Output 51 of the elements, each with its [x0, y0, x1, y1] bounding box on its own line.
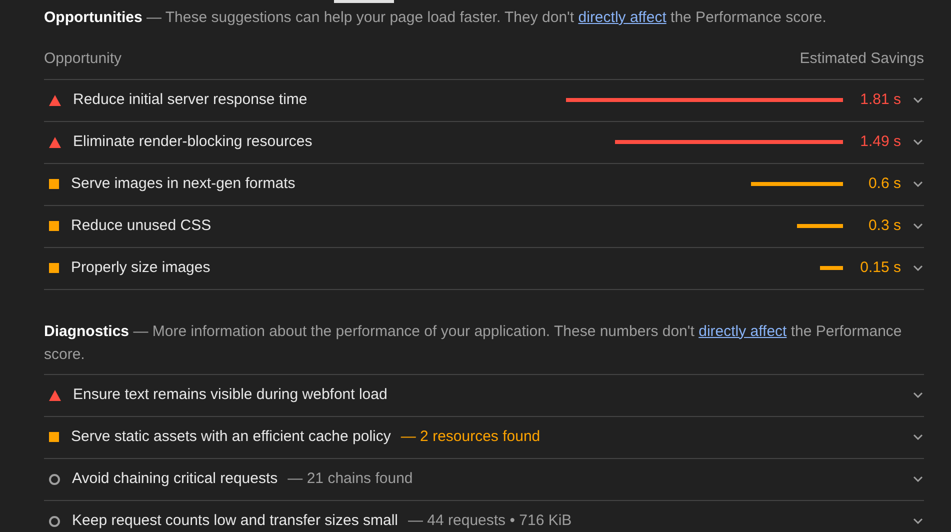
chevron-down-icon[interactable]	[913, 265, 923, 271]
square-icon	[49, 263, 59, 273]
column-header: Opportunity	[44, 49, 122, 69]
chevron-down-icon[interactable]	[913, 518, 923, 524]
audit-detail: — 21 chains found	[288, 468, 413, 489]
chevron-down-icon[interactable]	[913, 139, 923, 145]
audit-title: Keep request counts low and transfer sizes small	[72, 510, 398, 531]
opportunity-row[interactable]: Serve images in next-gen formats 0.6 s	[44, 164, 924, 206]
savings-value: 0.6 s	[867, 174, 901, 194]
chevron-down-icon[interactable]	[913, 392, 923, 398]
opportunity-row[interactable]: Eliminate render-blocking resources 1.49 s	[44, 122, 924, 164]
opportunity-row[interactable]: Reduce unused CSS 0.3 s	[44, 206, 924, 248]
audit-title: Reduce initial server response time	[73, 90, 308, 110]
chevron-down-icon[interactable]	[913, 223, 923, 229]
savings-value: 1.81 s	[859, 90, 901, 110]
warning-triangle-icon	[49, 390, 61, 400]
savings-value: 0.3 s	[867, 216, 901, 236]
audit-title: Serve images in next-gen formats	[71, 174, 296, 194]
chevron-down-icon[interactable]	[913, 181, 923, 187]
warning-triangle-icon	[49, 94, 61, 106]
square-icon	[49, 179, 59, 189]
square-icon	[49, 432, 59, 442]
audit-title: Avoid chaining critical requests	[72, 468, 278, 489]
audit-detail: — 2 resources found	[400, 426, 540, 447]
diagnostic-row[interactable]: Ensure text remains visible during webfont load	[44, 374, 924, 416]
audit-title: Serve static assets with an efficient cache policy	[71, 426, 391, 447]
chevron-down-icon[interactable]	[913, 434, 923, 440]
diagnostic-row[interactable]: Keep request counts low and transfer sizes small — 44 requests • 716 KiB	[44, 500, 924, 532]
section-description: Diagnostics — More information about the performance of your application. These numbers don't directly affect the Performance score.	[44, 322, 903, 364]
savings-value: 0.15 s	[859, 258, 901, 278]
audit-detail: — 44 requests • 716 KiB	[408, 510, 572, 531]
chevron-down-icon[interactable]	[913, 476, 923, 482]
savings-value: 1.49 s	[859, 132, 901, 152]
audit-title: Reduce unused CSS	[71, 216, 212, 236]
warning-triangle-icon	[49, 136, 61, 148]
column-header: Estimated Savings	[800, 49, 924, 69]
audit-title: Properly size images	[71, 258, 212, 278]
tab-indicator	[334, 0, 394, 3]
section-description: Opportunities — These suggestions can help your page load faster. They don't directly affect the Performance score.	[44, 8, 828, 28]
audit-title: Ensure text remains visible during webfont load	[73, 384, 388, 405]
opportunity-row[interactable]: Reduce initial server response time 1.81 s	[44, 80, 924, 122]
opportunity-row[interactable]: Properly size images 0.15 s	[44, 248, 924, 290]
savings-bar	[820, 266, 843, 270]
savings-bar	[797, 224, 843, 228]
directly-affect-link[interactable]: directly affect	[698, 322, 787, 340]
directly-affect-link[interactable]: directly affect	[578, 9, 666, 26]
diagnostic-row[interactable]: Avoid chaining critical requests — 21 chains found	[44, 458, 924, 500]
chevron-down-icon[interactable]	[913, 97, 923, 103]
square-icon	[49, 221, 59, 231]
audit-title: Eliminate render-blocking resources	[73, 132, 314, 152]
diagnostic-row[interactable]: Serve static assets with an efficient cache policy — 2 resources found	[44, 416, 924, 458]
